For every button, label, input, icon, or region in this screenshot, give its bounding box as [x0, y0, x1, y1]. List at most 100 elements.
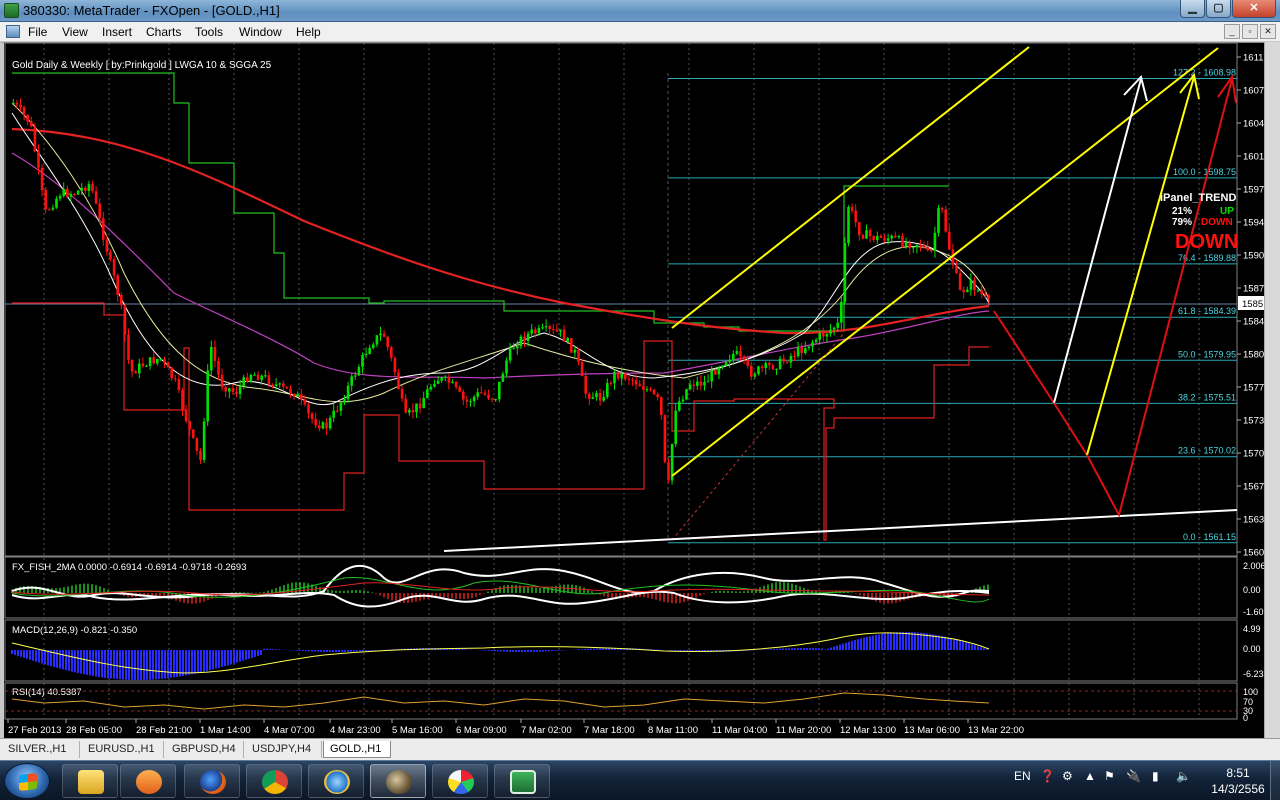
price-chart[interactable]: 127.2 - 1608.98100.0 - 1598.7576.4 - 158… — [4, 42, 1277, 738]
candle-body — [440, 377, 443, 381]
tab-silver-h1[interactable]: SILVER.,H1 — [2, 741, 80, 758]
metatrader-app-icon[interactable] — [4, 3, 19, 18]
price-tick-label: 1563.60 — [1243, 515, 1264, 526]
menu-bar: File View Insert Charts Tools Window Hel… — [0, 22, 1280, 42]
candle-body — [300, 394, 303, 400]
candle-body — [912, 247, 915, 249]
price-tick-label: 1573.80 — [1243, 416, 1264, 427]
power-icon[interactable]: 🔌 — [1126, 769, 1141, 783]
menu-help[interactable]: Help — [296, 25, 321, 39]
menu-file[interactable]: File — [28, 25, 47, 39]
time-axis: 27 Feb 2013 28 Feb 05:00 28 Feb 21:00 1 Mar… — [7, 719, 1024, 736]
price-tick-label: 1611.20 — [1243, 53, 1264, 64]
time-label: 1 Mar 14:00 — [200, 725, 251, 736]
price-tick-label: 1601.00 — [1243, 152, 1264, 163]
candle-body — [818, 333, 821, 340]
candle-body — [73, 194, 76, 196]
candle-body — [58, 195, 62, 199]
start-button[interactable] — [4, 763, 50, 799]
candle-body — [865, 230, 868, 239]
candle-body — [490, 398, 494, 400]
metatrader-icon — [386, 770, 412, 794]
mdi-restore-button[interactable]: ▫ — [1242, 24, 1258, 39]
candle-body — [163, 358, 166, 363]
system-clock[interactable]: 8:51 14/3/2556 — [1208, 765, 1268, 797]
indicator-tick-label: 2.0064 — [1243, 561, 1264, 571]
time-label: 5 Mar 16:00 — [392, 725, 443, 736]
candle-body — [321, 422, 325, 429]
menu-tools[interactable]: Tools — [195, 25, 223, 39]
taskbar-excel[interactable] — [494, 764, 550, 798]
chart-window[interactable]: 127.2 - 1608.98 100.0 - 1598.75 76.4 - 158… — [0, 42, 1280, 738]
taskbar-paint[interactable] — [432, 764, 488, 798]
candle-body — [332, 410, 335, 418]
candle-body — [382, 333, 386, 337]
candle-body — [969, 279, 973, 290]
indicator-tick-label: 0.00 — [1243, 644, 1261, 654]
tab-eurusd-h1[interactable]: EURUSD.,H1 — [82, 741, 164, 758]
taskbar-internet-explorer[interactable] — [308, 764, 364, 798]
vertical-scrollbar[interactable] — [1264, 42, 1280, 738]
show-desktop-button[interactable] — [1270, 761, 1280, 800]
candle-body — [213, 346, 217, 361]
candle-body — [530, 329, 533, 334]
ipanel-trend: iPanel_TREND 21% UP 79% DOWN DOWN — [1160, 192, 1238, 253]
candle-body — [840, 301, 843, 323]
candle-body — [51, 207, 55, 210]
taskbar-firefox[interactable] — [184, 764, 240, 798]
candle-body — [537, 327, 541, 334]
tab-gold-h1[interactable]: GOLD.,H1 — [323, 741, 391, 758]
mdi-close-button[interactable]: ✕ — [1260, 24, 1276, 39]
menu-view[interactable]: View — [62, 25, 88, 39]
volume-icon[interactable]: 🔈 — [1176, 769, 1191, 783]
candle-body — [555, 329, 559, 332]
fisher-white-line-2 — [11, 589, 990, 608]
candle-body — [678, 401, 681, 411]
candle-body — [66, 188, 69, 197]
mdi-minimize-button[interactable]: _ — [1224, 24, 1240, 39]
price-tick-label: 1577.20 — [1243, 383, 1264, 394]
candle-body — [544, 326, 548, 328]
candle-body — [336, 410, 339, 412]
menu-charts[interactable]: Charts — [146, 25, 181, 39]
candle-body — [652, 389, 656, 395]
candle-body — [904, 242, 908, 247]
candle-body — [145, 365, 148, 367]
flag-icon[interactable]: ⚑ — [1104, 769, 1115, 783]
menu-insert[interactable]: Insert — [102, 25, 132, 39]
taskbar-explorer[interactable] — [62, 764, 118, 798]
candle-body — [850, 206, 854, 211]
candle-body — [206, 370, 209, 422]
maximize-button[interactable]: ▢ — [1206, 0, 1231, 18]
fisher-red-line — [11, 582, 990, 596]
candle-body — [141, 363, 145, 367]
candle-body — [922, 245, 926, 248]
document-icon[interactable] — [6, 25, 20, 38]
window-title: 380330: MetaTrader - FXOpen - [GOLD.,H1] — [23, 3, 280, 18]
candle-body — [224, 387, 227, 392]
candle-body — [210, 346, 213, 371]
purple-moving-average — [11, 152, 990, 379]
green-step-line — [12, 72, 949, 332]
fib-level-label: 38.2 - 1575.51 — [1178, 392, 1236, 402]
network-icon[interactable]: ▮ — [1152, 769, 1159, 783]
menu-window[interactable]: Window — [239, 25, 282, 39]
candle-body — [634, 380, 638, 385]
taskbar-chrome[interactable] — [246, 764, 302, 798]
candle-body — [274, 384, 278, 387]
candle-body — [663, 414, 667, 463]
taskbar-metatrader[interactable] — [370, 764, 426, 798]
tray-expand-icon[interactable]: ▲ — [1084, 769, 1096, 783]
candle-body — [264, 375, 267, 377]
help-icon[interactable]: ❓ — [1040, 769, 1055, 783]
close-button[interactable]: ✕ — [1232, 0, 1276, 18]
taskbar-media-player[interactable] — [120, 764, 176, 798]
tab-gbpusd-h4[interactable]: GBPUSD,H4 — [166, 741, 244, 758]
candle-body — [717, 367, 721, 375]
tab-usdjpy-h4[interactable]: USDJPY,H4 — [246, 741, 322, 758]
candle-body — [512, 348, 515, 350]
indicator-tick-label: 0.00 — [1243, 585, 1261, 595]
tray-settings-icon[interactable]: ⚙ — [1062, 769, 1073, 783]
minimize-button[interactable]: ▁ — [1180, 0, 1205, 18]
language-indicator[interactable]: EN — [1014, 769, 1031, 783]
